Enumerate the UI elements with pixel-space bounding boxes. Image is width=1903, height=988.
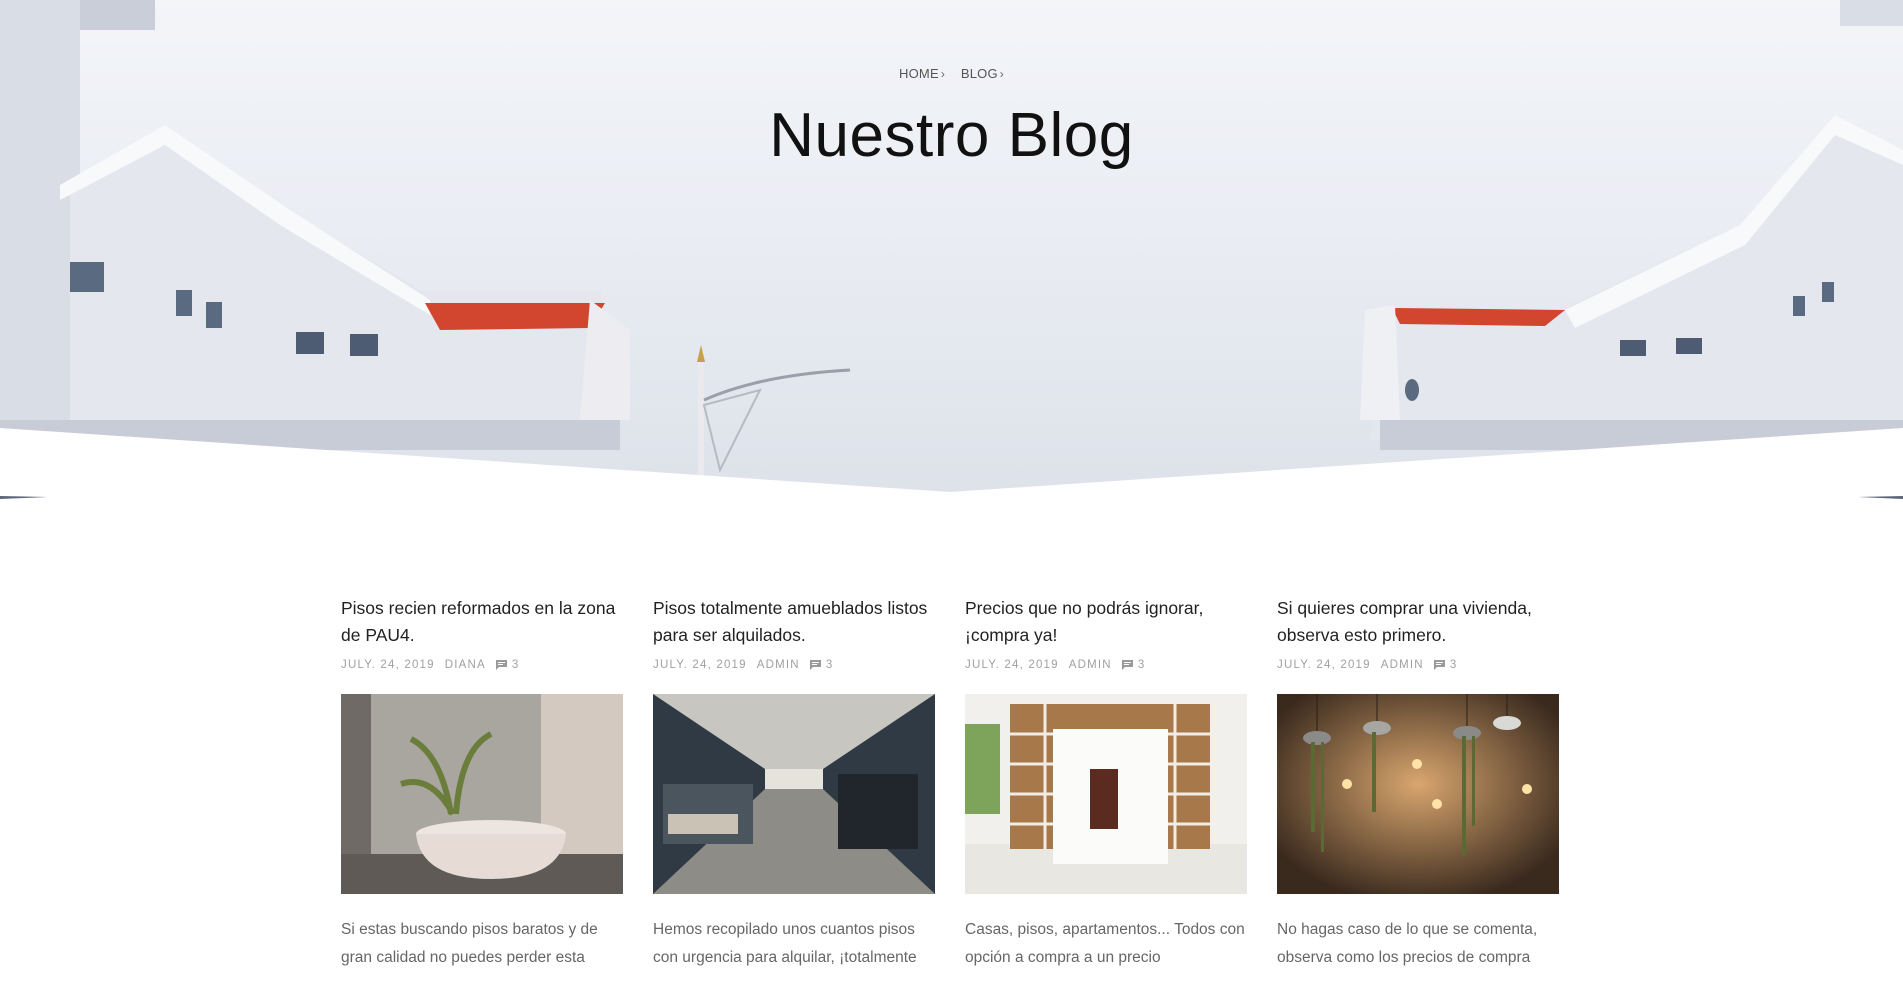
comment-icon xyxy=(1121,660,1133,670)
post-meta: JULY. 24, 2019 ADMIN 3 xyxy=(653,656,935,674)
post-thumbnail-bathroom[interactable] xyxy=(341,694,623,894)
blog-post-card: Si quieres comprar una vivienda, observa… xyxy=(1277,595,1559,988)
post-title-link[interactable]: Pisos totalmente amueblados listos para … xyxy=(653,595,935,649)
post-comments-count: 3 xyxy=(511,659,520,671)
bathroom-photo xyxy=(341,694,623,894)
post-comments-count: 3 xyxy=(825,659,834,671)
post-thumbnail-plants[interactable] xyxy=(1277,694,1559,894)
post-comments-link[interactable]: 3 xyxy=(1433,659,1458,671)
post-meta: JULY. 24, 2019 DIANA 3 xyxy=(341,656,623,674)
hero-banner: HOME › BLOG › Nuestro Blog xyxy=(0,0,1903,500)
post-title-link[interactable]: Si quieres comprar una vivienda, observa… xyxy=(1277,595,1559,649)
post-excerpt: Hemos recopilado unos cuantos pisos con … xyxy=(653,921,917,966)
post-title-link[interactable]: Pisos recien reformados en la zona de PA… xyxy=(341,595,623,649)
post-comments-link[interactable]: 3 xyxy=(1121,659,1146,671)
hanging-plants-photo xyxy=(1277,694,1559,894)
breadcrumb-home-label: HOME xyxy=(899,66,939,81)
chevron-right-icon: › xyxy=(940,67,946,81)
post-comments-link[interactable]: 3 xyxy=(809,659,834,671)
breadcrumb-blog-label: BLOG xyxy=(960,66,998,81)
post-excerpt: Casas, pisos, apartamentos... Todos con … xyxy=(965,921,1245,966)
post-comments-count: 3 xyxy=(1449,659,1458,671)
page-title: Nuestro Blog xyxy=(769,101,1134,170)
blog-post-card: Pisos recien reformados en la zona de PA… xyxy=(341,595,623,988)
post-date: JULY. 24, 2019 xyxy=(653,659,747,671)
breadcrumb: HOME › BLOG › xyxy=(0,66,1903,81)
post-comments-link[interactable]: 3 xyxy=(495,659,520,671)
comment-icon xyxy=(809,660,821,670)
shelving-room-photo xyxy=(965,694,1247,894)
chevron-right-icon: › xyxy=(999,67,1004,81)
post-author-link[interactable]: DIANA xyxy=(445,659,486,671)
office-hallway-photo xyxy=(653,694,935,894)
comment-icon xyxy=(1433,660,1445,670)
post-author-link[interactable]: ADMIN xyxy=(757,659,800,671)
blog-post-card: Pisos totalmente amueblados listos para … xyxy=(653,595,935,988)
post-meta: JULY. 24, 2019 ADMIN 3 xyxy=(965,656,1247,674)
post-thumbnail-shelving[interactable] xyxy=(965,694,1247,894)
post-author-link[interactable]: ADMIN xyxy=(1381,659,1424,671)
post-author-link[interactable]: ADMIN xyxy=(1069,659,1112,671)
post-thumbnail-office[interactable] xyxy=(653,694,935,894)
blog-post-grid: Pisos recien reformados en la zona de PA… xyxy=(341,595,1563,988)
post-date: JULY. 24, 2019 xyxy=(341,659,435,671)
post-excerpt: Si estas buscando pisos baratos y de gra… xyxy=(341,921,598,966)
post-comments-count: 3 xyxy=(1137,659,1146,671)
post-date: JULY. 24, 2019 xyxy=(1277,659,1371,671)
post-excerpt: No hagas caso de lo que se comenta, obse… xyxy=(1277,921,1538,966)
blog-post-card: Precios que no podrás ignorar, ¡compra y… xyxy=(965,595,1247,988)
comment-icon xyxy=(495,660,507,670)
post-meta: JULY. 24, 2019 ADMIN 3 xyxy=(1277,656,1559,674)
post-date: JULY. 24, 2019 xyxy=(965,659,1059,671)
post-title-link[interactable]: Precios que no podrás ignorar, ¡compra y… xyxy=(965,595,1247,649)
breadcrumb-home-link[interactable]: HOME › xyxy=(899,66,945,81)
breadcrumb-blog-link[interactable]: BLOG › xyxy=(961,66,1004,81)
